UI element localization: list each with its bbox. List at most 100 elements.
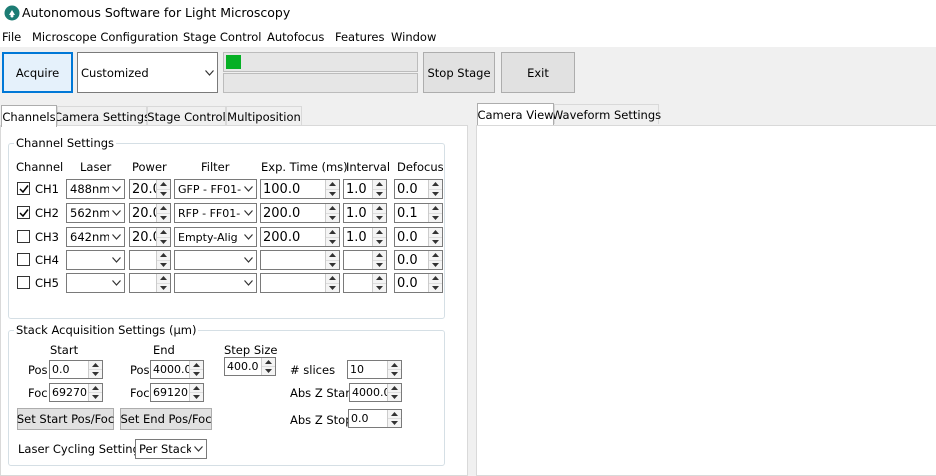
spin-arrows-icon[interactable]	[387, 361, 401, 378]
channel-name: CH3	[35, 230, 59, 244]
camera-view-panel	[476, 125, 936, 476]
spin-arrows-icon[interactable]	[372, 204, 386, 222]
spin-arrows-icon[interactable]	[325, 228, 339, 246]
spin-arrows-icon[interactable]	[156, 180, 170, 198]
channel-checkbox[interactable]	[17, 182, 30, 195]
spin-arrows-icon[interactable]	[156, 228, 170, 246]
laser-dropdown[interactable]: 488nm	[66, 179, 125, 199]
laser-dropdown[interactable]	[66, 273, 125, 293]
step-size-spinbox[interactable]: 400.0	[224, 357, 276, 376]
start-pos-spinbox[interactable]: 0.0	[49, 360, 103, 379]
menu-window[interactable]: Window	[391, 30, 436, 44]
spin-arrows-icon[interactable]	[387, 410, 401, 427]
menu-microscope-configuration[interactable]: Microscope Configuration	[32, 30, 178, 44]
exp-time-spinbox[interactable]: 200.0	[260, 227, 340, 247]
tab-camera-view[interactable]: Camera View	[477, 103, 554, 125]
spin-arrows-icon[interactable]	[372, 274, 386, 292]
set-end-pos-foc-button[interactable]: Set End Pos/Foc	[120, 408, 212, 430]
acquisition-mode-dropdown[interactable]: Customized	[77, 52, 218, 93]
spin-arrows-icon[interactable]	[325, 180, 339, 198]
spin-arrows-icon[interactable]	[325, 204, 339, 222]
tab-camera-settings[interactable]: Camera Settings	[54, 106, 150, 126]
spin-arrows-icon[interactable]	[372, 251, 386, 269]
spin-arrows-icon[interactable]	[428, 251, 442, 269]
spin-arrows-icon[interactable]	[387, 384, 401, 401]
spin-arrows-icon[interactable]	[189, 361, 203, 378]
abs-z-stop-spinbox[interactable]: 0.0	[348, 409, 402, 428]
menu-stage-control[interactable]: Stage Control	[183, 30, 261, 44]
defocus-spinbox[interactable]: 0.0	[394, 227, 443, 247]
exp-time-spinbox[interactable]: 100.0	[260, 179, 340, 199]
spin-arrows-icon[interactable]	[88, 361, 102, 378]
menu-file[interactable]: File	[2, 30, 21, 44]
spin-arrows-icon[interactable]	[428, 180, 442, 198]
filter-dropdown[interactable]: GFP - FF01-	[174, 179, 257, 199]
tab-waveform-settings[interactable]: Waveform Settings	[552, 104, 661, 124]
channel-checkbox[interactable]	[17, 253, 30, 266]
spin-arrows-icon[interactable]	[428, 204, 442, 222]
filter-dropdown[interactable]	[174, 250, 257, 270]
spin-arrows-icon[interactable]	[189, 384, 203, 401]
spin-arrows-icon[interactable]	[88, 384, 102, 401]
interval-spinbox[interactable]	[343, 250, 387, 270]
filter-dropdown[interactable]: RFP - FF01-	[174, 203, 257, 223]
end-pos-spinbox[interactable]: 4000.0	[150, 360, 204, 379]
filter-dropdown[interactable]: Empty-Alig	[174, 227, 257, 247]
spin-arrows-icon[interactable]	[156, 274, 170, 292]
power-spinbox[interactable]	[129, 273, 171, 293]
acquire-button[interactable]: Acquire	[2, 52, 73, 93]
exp-time-value: 100.0	[263, 181, 301, 197]
laser-dropdown[interactable]: 642nm	[66, 227, 125, 247]
laser-cycling-label: Laser Cycling Settings	[18, 442, 146, 456]
interval-spinbox[interactable]: 1.0	[343, 227, 387, 247]
spin-arrows-icon[interactable]	[372, 180, 386, 198]
interval-spinbox[interactable]: 1.0	[343, 203, 387, 223]
channel-checkbox[interactable]	[17, 276, 30, 289]
spin-arrows-icon[interactable]	[325, 274, 339, 292]
tab-channels[interactable]: Channels	[1, 105, 57, 127]
menu-bar: File Microscope Configuration Stage Cont…	[0, 27, 936, 47]
spin-arrows-icon[interactable]	[428, 228, 442, 246]
spin-arrows-icon[interactable]	[156, 204, 170, 222]
power-spinbox[interactable]: 20.0	[129, 227, 171, 247]
channel-checkbox[interactable]	[17, 206, 30, 219]
abs-z-start-spinbox[interactable]: 4000.0	[349, 383, 402, 402]
start-foc-spinbox[interactable]: 69270.0	[49, 383, 103, 402]
exp-time-spinbox[interactable]	[260, 273, 340, 293]
defocus-spinbox[interactable]: 0.0	[394, 179, 443, 199]
defocus-spinbox[interactable]: 0.1	[394, 203, 443, 223]
stack-settings-title: Stack Acquisition Settings (µm)	[14, 323, 199, 337]
spin-arrows-icon[interactable]	[325, 251, 339, 269]
laser-dropdown[interactable]: 562nm	[66, 203, 125, 223]
filter-dropdown[interactable]	[174, 273, 257, 293]
set-start-pos-foc-button[interactable]: Set Start Pos/Foc	[17, 408, 114, 430]
tab-multiposition[interactable]: Multiposition	[226, 106, 302, 126]
spin-arrows-icon[interactable]	[261, 358, 275, 375]
exp-time-spinbox[interactable]	[260, 250, 340, 270]
interval-spinbox[interactable]	[343, 273, 387, 293]
interval-spinbox[interactable]: 1.0	[343, 179, 387, 199]
spin-arrows-icon[interactable]	[372, 228, 386, 246]
exit-button[interactable]: Exit	[501, 52, 575, 93]
end-foc-spinbox[interactable]: 69120.0	[150, 383, 204, 402]
stop-stage-button[interactable]: Stop Stage	[423, 52, 495, 93]
spin-arrows-icon[interactable]	[156, 251, 170, 269]
tab-stage-control[interactable]: Stage Control	[147, 106, 226, 126]
defocus-value: 0.1	[397, 205, 418, 221]
slices-spinbox[interactable]: 10	[347, 360, 402, 379]
power-value: 20.0	[132, 205, 156, 221]
exp-time-spinbox[interactable]: 200.0	[260, 203, 340, 223]
spin-arrows-icon[interactable]	[428, 274, 442, 292]
power-spinbox[interactable]: 20.0	[129, 179, 171, 199]
laser-value: 488nm	[70, 182, 109, 196]
laser-dropdown[interactable]	[66, 250, 125, 270]
channel-checkbox[interactable]	[17, 230, 30, 243]
defocus-spinbox[interactable]: 0.0	[394, 273, 443, 293]
power-spinbox[interactable]	[129, 250, 171, 270]
menu-autofocus[interactable]: Autofocus	[267, 30, 324, 44]
laser-cycling-dropdown[interactable]: Per Stack	[135, 439, 207, 459]
menu-features[interactable]: Features	[335, 30, 384, 44]
power-spinbox[interactable]: 20.0	[129, 203, 171, 223]
chevron-down-icon	[241, 186, 256, 192]
defocus-spinbox[interactable]: 0.0	[394, 250, 443, 270]
